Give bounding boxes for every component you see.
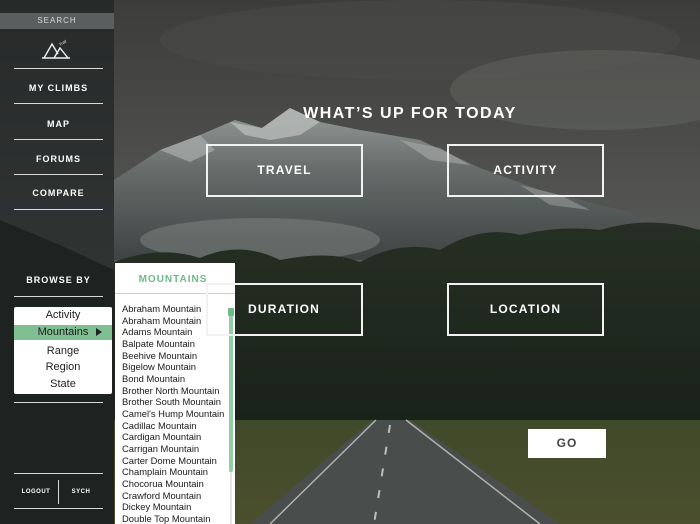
browse-option-state[interactable]: State — [14, 377, 112, 392]
divider — [14, 103, 103, 104]
divider — [14, 139, 103, 140]
list-item[interactable]: Bigelow Mountain — [122, 361, 230, 373]
browse-option-mountains[interactable]: Mountains — [14, 325, 112, 340]
list-item[interactable]: Dickey Mountain — [122, 501, 230, 513]
list-item[interactable]: Brother North Mountain — [122, 385, 230, 397]
travel-button[interactable]: TRAVEL — [206, 144, 363, 197]
list-item[interactable]: Double Top Mountain — [122, 513, 230, 524]
duration-button[interactable]: DURATION — [206, 283, 363, 336]
browse-option-activity[interactable]: Activity — [14, 308, 112, 323]
browse-by-label: BROWSE BY — [26, 275, 91, 285]
list-item[interactable]: Camel's Hump Mountain — [122, 408, 230, 420]
nav-map[interactable]: MAP — [14, 114, 103, 134]
scrollbar-thumb[interactable] — [229, 312, 233, 472]
location-button[interactable]: LOCATION — [447, 283, 604, 336]
browse-option-range[interactable]: Range — [14, 344, 112, 359]
divider — [14, 174, 103, 175]
nav-compare[interactable]: COMPARE — [14, 183, 103, 203]
browse-by-options: Activity Mountains Range Region State — [14, 307, 112, 394]
list-item[interactable]: Balpate Mountain — [122, 338, 230, 350]
divider — [14, 402, 103, 403]
divider — [14, 296, 103, 297]
list-item[interactable]: Chocorua Mountain — [122, 478, 230, 490]
list-item[interactable]: Cardigan Mountain — [122, 431, 230, 443]
activity-button[interactable]: ACTIVITY — [447, 144, 604, 197]
list-item[interactable]: Beehive Mountain — [122, 350, 230, 362]
divider — [14, 473, 103, 474]
triangle-right-icon — [96, 328, 102, 336]
list-item[interactable]: Carrigan Mountain — [122, 443, 230, 455]
sidebar: SEARCH Trail MY CLIMBS MAP FORUMS COMPAR… — [0, 0, 114, 524]
go-button[interactable]: GO — [528, 429, 606, 458]
divider — [14, 68, 103, 69]
nav-my-climbs[interactable]: MY CLIMBS — [14, 78, 103, 98]
logout-button[interactable]: LOGOUT — [14, 483, 58, 501]
list-item[interactable]: Cadillac Mountain — [122, 420, 230, 432]
nav-forums[interactable]: FORUMS — [14, 149, 103, 169]
svg-text:Trail: Trail — [58, 39, 67, 47]
search-button[interactable]: SEARCH — [0, 13, 114, 29]
sync-button[interactable]: SYCH — [59, 483, 103, 501]
logo-icon: Trail — [40, 36, 74, 62]
divider — [14, 508, 103, 509]
divider — [14, 209, 103, 210]
list-item[interactable]: Carter Dome Mountain — [122, 455, 230, 467]
list-item[interactable]: Crawford Mountain — [122, 490, 230, 502]
list-item[interactable]: Brother South Mountain — [122, 396, 230, 408]
list-item[interactable]: Champlain Mountain — [122, 466, 230, 478]
mountain-list: Abraham Mountain Abraham Mountain Adams Mo… — [122, 303, 230, 524]
browse-option-region[interactable]: Region — [14, 360, 112, 375]
page-title: WHAT’S UP FOR TODAY — [303, 105, 517, 122]
list-item[interactable]: Bond Mountain — [122, 373, 230, 385]
